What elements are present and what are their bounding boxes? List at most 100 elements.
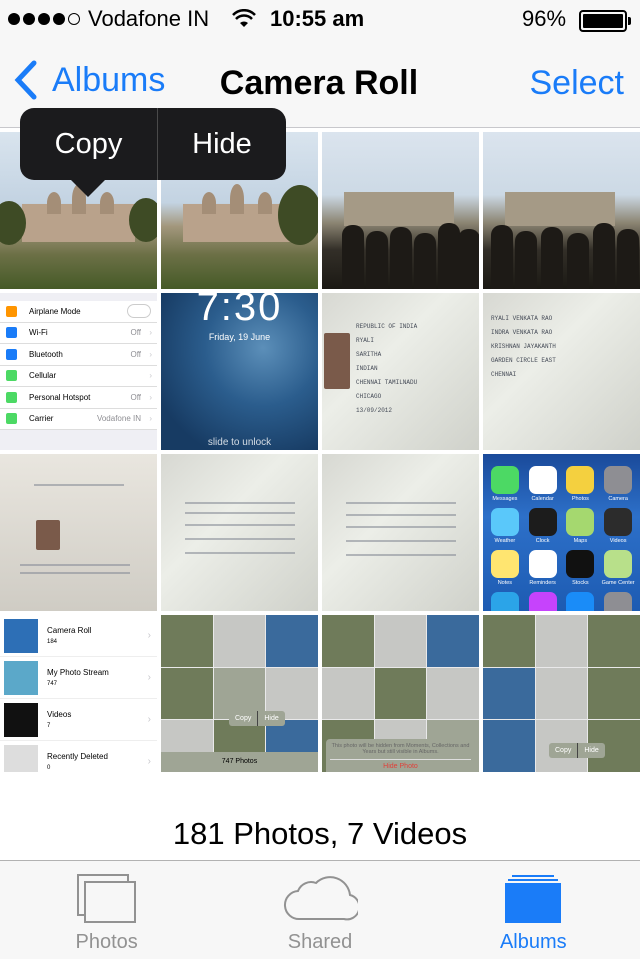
passport-line: GARDEN CIRCLE EAST <box>491 357 556 364</box>
app-icon <box>490 508 519 536</box>
mini-copy: Copy <box>555 747 572 754</box>
photo-thumbnail[interactable] <box>0 454 157 611</box>
app-icon-tile: Photos <box>562 456 600 502</box>
settings-row-label: Personal Hotspot <box>29 392 91 402</box>
app-icon <box>490 550 519 578</box>
mini-hide: Hide <box>257 711 284 726</box>
passport-line: RYALI <box>356 337 375 344</box>
photo-thumbnail[interactable]: REPUBLIC OF INDIA RYALI SARITHA INDIAN CHENN… <box>322 293 479 450</box>
settings-row-icon <box>6 413 17 425</box>
passport-line: SARITHA <box>356 351 382 358</box>
app-icon-tile: App Store <box>562 586 600 611</box>
wifi-icon <box>232 8 256 35</box>
app-icon <box>604 550 633 578</box>
tab-albums[interactable]: Albums <box>427 861 640 959</box>
tab-shared[interactable]: Shared <box>213 861 426 959</box>
settings-row-value: Off <box>130 392 141 402</box>
passport-line: 13/09/2012 <box>356 407 393 414</box>
app-icon-tile: Clock <box>524 502 562 544</box>
photo-thumbnail[interactable]: Copy Hide 747 Photos <box>161 615 318 772</box>
passport-line: CHICAGO <box>356 393 382 400</box>
tab-photos[interactable]: Photos <box>0 861 213 959</box>
passport-line: INDRA VENKATA RAO <box>491 329 553 336</box>
photo-thumbnail[interactable] <box>322 454 479 611</box>
popover-arrow <box>70 179 106 197</box>
album-row: My Photo Stream 747 › <box>0 657 157 699</box>
hide-action-sheet: This photo will be hidden from Moments, … <box>326 739 475 772</box>
settings-row: Wi-Fi Off › <box>0 322 157 344</box>
app-icon-tile: Stocks <box>562 544 600 586</box>
lock-date: Friday, 19 June <box>208 332 271 342</box>
app-icon <box>528 466 557 494</box>
settings-row-icon <box>6 391 17 403</box>
album-count: 747 <box>47 681 58 687</box>
settings-row-value: Vodafone IN <box>96 414 141 424</box>
app-icon <box>604 508 633 536</box>
album-thumbnail <box>4 744 38 772</box>
app-icon <box>528 550 557 578</box>
lock-time: 7:30 <box>196 293 283 329</box>
app-icon-tile: Calendar <box>524 456 562 502</box>
select-button[interactable]: Select <box>530 64 625 103</box>
settings-row-label: Cellular <box>29 371 57 381</box>
photo-thumbnail[interactable]: Airplane Mode Wi-Fi Off › Bluetooth Off › Cellu… <box>0 293 157 450</box>
settings-row: Airplane Mode <box>0 301 157 323</box>
album-thumbnail <box>4 702 38 737</box>
photo-thumbnail[interactable]: Camera Roll 184 › My Photo Stream 747 › Videos… <box>0 615 157 772</box>
app-icon-tile: Game Center <box>599 544 637 586</box>
copy-button[interactable]: Copy <box>20 108 158 180</box>
app-icon-tile: Maps <box>562 502 600 544</box>
cloud-icon <box>283 876 358 921</box>
app-icon-tile: Messages <box>486 456 524 502</box>
passport-line: INDIAN <box>356 365 378 372</box>
sheet-message: This photo will be hidden from Moments, … <box>330 743 471 755</box>
app-icon <box>604 466 633 494</box>
settings-row-label: Carrier <box>29 414 54 424</box>
photos-icon <box>76 874 136 923</box>
album-row: Videos 7 › <box>0 699 157 741</box>
photos-count-caption: 747 Photos <box>161 752 318 772</box>
app-icon-tile: Camera <box>599 456 637 502</box>
app-icon-tile: Notes <box>486 544 524 586</box>
settings-row-value: Off <box>130 328 141 338</box>
tab-shared-label: Shared <box>287 931 353 953</box>
battery-percentage: 96% <box>522 6 567 31</box>
album-count: 184 <box>47 639 58 645</box>
settings-row-value: Off <box>130 349 141 359</box>
settings-row-label: Bluetooth <box>29 349 63 359</box>
photo-thumbnail[interactable]: RYALI VENKATA RAO INDRA VENKATA RAO KRISHN… <box>483 293 640 450</box>
photo-thumbnail[interactable]: This photo will be hidden from Moments, … <box>322 615 479 772</box>
carrier-name: Vodafone IN <box>88 6 210 31</box>
album-row: Camera Roll 184 › <box>0 615 157 657</box>
settings-row: Cellular › <box>0 365 157 387</box>
passport-line: RYALI VENKATA RAO <box>491 315 553 322</box>
album-name: Camera Roll <box>47 626 92 635</box>
photo-thumbnail[interactable] <box>161 454 318 611</box>
album-name: Videos <box>47 710 72 719</box>
app-icon-tile: Settings <box>599 586 637 611</box>
photo-thumbnail[interactable]: Messages Calendar Photos Camera Weather Clock… <box>483 454 640 611</box>
albums-screenshot: Camera Roll 184 › My Photo Stream 747 › Videos… <box>0 615 157 772</box>
app-icon-tile: Passbook <box>486 586 524 611</box>
photo-thumbnail[interactable]: Copy Hide <box>483 615 640 772</box>
hide-button[interactable]: Hide <box>158 108 286 180</box>
app-icon <box>566 592 595 611</box>
photo-thumbnail[interactable]: 7:30 Friday, 19 June slide to unlock <box>161 293 318 450</box>
toggle-switch <box>127 304 151 319</box>
settings-row: Bluetooth Off › <box>0 344 157 366</box>
app-icon-tile: iTunes Store <box>524 586 562 611</box>
battery-icon <box>579 10 631 32</box>
album-count: 0 <box>47 765 51 771</box>
passport-line: CHENNAI TAMILNADU <box>356 379 418 386</box>
app-icon-tile: Weather <box>486 502 524 544</box>
app-icon <box>490 466 519 494</box>
passport-line: CHENNAI <box>491 371 517 378</box>
app-icon <box>566 466 595 494</box>
settings-row-icon <box>6 348 17 360</box>
photo-thumbnail[interactable] <box>322 132 479 289</box>
mini-popover: Copy Hide <box>229 711 285 726</box>
chevron-right-icon: › <box>149 349 152 359</box>
album-name: My Photo Stream <box>47 668 109 677</box>
photo-thumbnail[interactable] <box>483 132 640 289</box>
hide-photo-button: Hide Photo <box>330 759 471 770</box>
